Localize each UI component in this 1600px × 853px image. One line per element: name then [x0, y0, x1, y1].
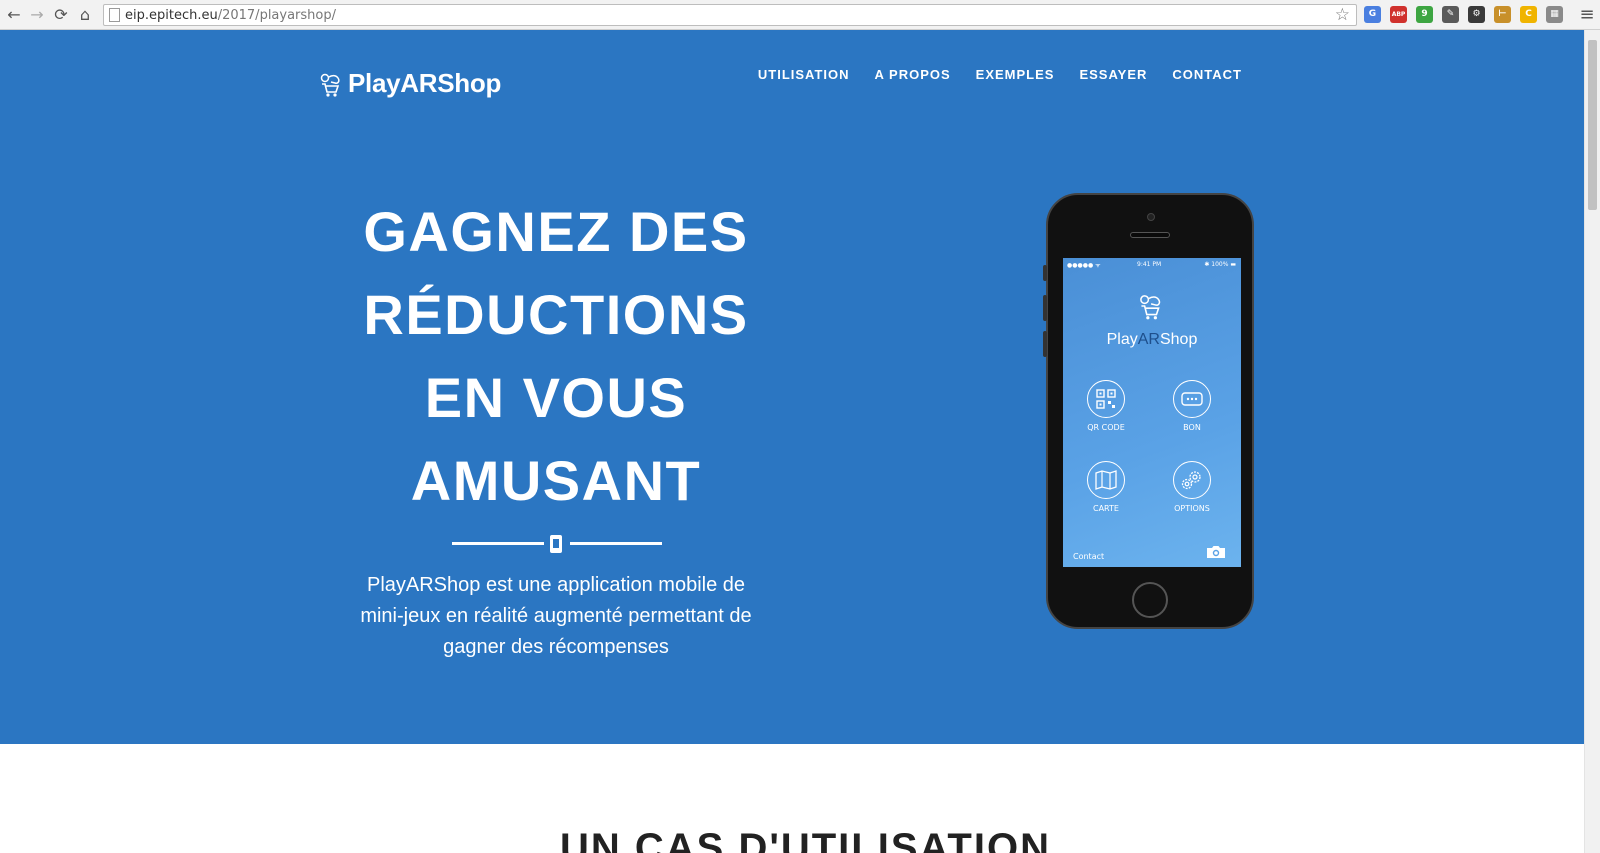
- headline-line: EN VOUS: [424, 366, 688, 429]
- tile-label: CARTE: [1093, 504, 1119, 513]
- app-logo-icon: [1140, 295, 1161, 320]
- bookmark-star-icon[interactable]: ☆: [1335, 5, 1350, 25]
- tagline-line: PlayARShop est une application mobile de: [366, 574, 746, 596]
- tagline-line: mini-jeux en réalité augmenté permettant…: [360, 605, 752, 627]
- divider-line-left: [452, 542, 544, 545]
- phone-side-button: [1043, 265, 1047, 281]
- reload-icon[interactable]: ⟳: [50, 4, 72, 26]
- gears-icon: [1173, 461, 1211, 499]
- main-nav: UTILISATION A PROPOS EXEMPLES ESSAYER CO…: [733, 67, 1242, 82]
- hero-divider: [452, 533, 662, 555]
- app-title-shop: Shop: [1159, 331, 1198, 348]
- tagline-line: gagner des récompenses: [443, 636, 669, 658]
- evernote-icon[interactable]: 9: [1416, 6, 1433, 23]
- camera-icon: [1207, 546, 1225, 558]
- address-bar[interactable]: eip.epitech.eu/2017/playarshop/ ☆: [103, 4, 1357, 26]
- gear-icon[interactable]: ⚙: [1468, 6, 1485, 23]
- home-icon[interactable]: ⌂: [74, 4, 96, 26]
- tile-label: QR CODE: [1087, 423, 1125, 432]
- menu-icon[interactable]: ≡: [1576, 4, 1598, 26]
- headline-line: RÉDUCTIONS: [363, 283, 749, 346]
- cart-gamepad-logo-icon: [320, 73, 340, 97]
- translate-icon[interactable]: G: [1364, 6, 1381, 23]
- url-host: eip.epitech.eu: [125, 8, 218, 23]
- headline-line: GAGNEZ DES: [363, 200, 749, 263]
- status-time: 9:41 PM: [1137, 261, 1162, 268]
- puzzle-icon[interactable]: ▦: [1546, 6, 1563, 23]
- tile-bon: BON: [1157, 380, 1227, 432]
- nav-exemples[interactable]: EXEMPLES: [976, 67, 1055, 82]
- section-title: UN CAS D'UTILISATION: [560, 826, 1051, 853]
- tile-label: BON: [1183, 423, 1201, 432]
- scrollbar-thumb[interactable]: [1588, 40, 1597, 210]
- headline-line: AMUSANT: [410, 449, 702, 512]
- map-icon: [1087, 461, 1125, 499]
- app-title-play: Play: [1106, 331, 1138, 348]
- nav-contact[interactable]: CONTACT: [1172, 67, 1242, 82]
- browser-toolbar: ← → ⟳ ⌂ eip.epitech.eu/2017/playarshop/ …: [0, 0, 1600, 30]
- page-viewport: PlayARShop UTILISATION A PROPOS EXEMPLES…: [0, 30, 1584, 853]
- phone-screen: ●●●●● ᯤ 9:41 PM ✱ 100% ▬ PlayARShop QR C…: [1063, 258, 1241, 567]
- tile-label: OPTIONS: [1174, 504, 1210, 513]
- divider-line-right: [570, 542, 662, 545]
- eyedropper-icon[interactable]: ✎: [1442, 6, 1459, 23]
- hero-headline: GAGNEZ DES RÉDUCTIONS EN VOUS AMUSANT: [296, 190, 816, 522]
- page-scrollbar[interactable]: [1584, 30, 1600, 853]
- battery-icon: ✱ 100% ▬: [1204, 261, 1236, 268]
- brand[interactable]: PlayARShop: [316, 68, 501, 99]
- phone-mockup: ●●●●● ᯤ 9:41 PM ✱ 100% ▬ PlayARShop QR C…: [1043, 193, 1254, 629]
- signal-icon: ●●●●● ᯤ: [1067, 262, 1101, 269]
- app-title-ar: AR: [1137, 331, 1160, 348]
- url-path: /2017/playarshop/: [217, 8, 336, 23]
- nav-a-propos[interactable]: A PROPOS: [875, 67, 951, 82]
- tile-qr-code: QR CODE: [1071, 380, 1141, 432]
- phone-home-button: [1132, 582, 1168, 618]
- ruler-icon[interactable]: ⊢: [1494, 6, 1511, 23]
- hero-section: PlayARShop UTILISATION A PROPOS EXEMPLES…: [0, 30, 1584, 744]
- forward-icon[interactable]: →: [26, 4, 48, 26]
- phone-status-bar: ●●●●● ᯤ 9:41 PM ✱ 100% ▬: [1063, 261, 1241, 271]
- phone-side-button: [1043, 331, 1047, 357]
- coupon-icon[interactable]: C: [1520, 6, 1537, 23]
- tile-options: OPTIONS: [1157, 461, 1227, 513]
- url-text[interactable]: eip.epitech.eu/2017/playarshop/: [125, 8, 336, 23]
- mobile-phone-icon: [550, 535, 562, 553]
- nav-utilisation[interactable]: UTILISATION: [758, 67, 850, 82]
- tile-carte: CARTE: [1071, 461, 1141, 513]
- app-contact-link: Contact: [1073, 552, 1105, 561]
- hero-tagline: PlayARShop est une application mobile de…: [326, 570, 786, 663]
- phone-camera: [1147, 213, 1155, 221]
- brand-name: PlayARShop: [348, 68, 502, 98]
- back-icon[interactable]: ←: [3, 4, 25, 26]
- page-icon: [109, 8, 120, 22]
- app-title: PlayARShop: [1063, 331, 1241, 349]
- nav-essayer[interactable]: ESSAYER: [1079, 67, 1147, 82]
- phone-side-button: [1043, 295, 1047, 321]
- adblock-icon[interactable]: ABP: [1390, 6, 1407, 23]
- phone-earpiece: [1130, 232, 1170, 238]
- qr-code-icon: [1087, 380, 1125, 418]
- ticket-icon: [1173, 380, 1211, 418]
